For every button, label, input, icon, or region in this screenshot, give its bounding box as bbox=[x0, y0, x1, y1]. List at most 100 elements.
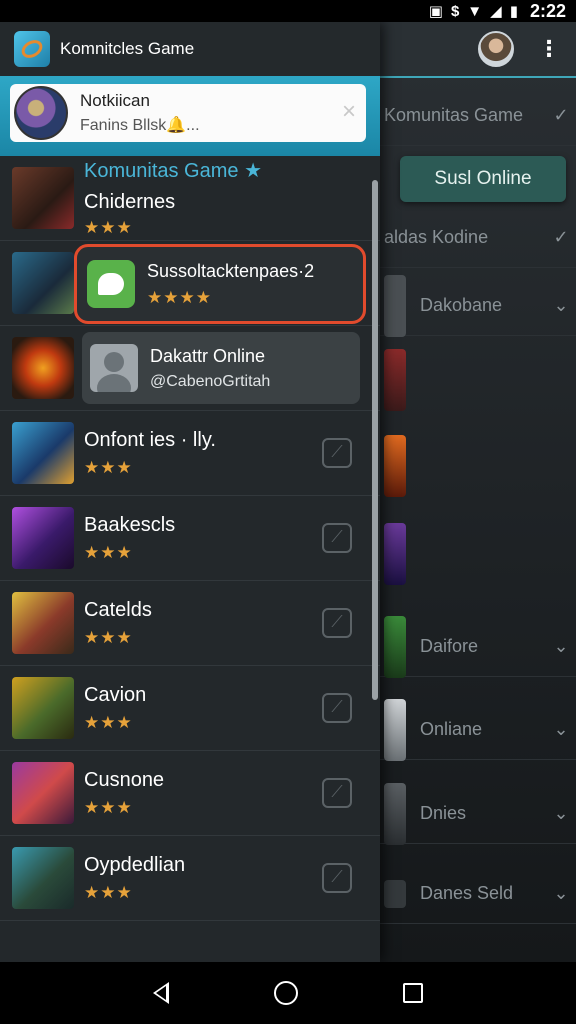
back-icon[interactable] bbox=[152, 982, 169, 1004]
list-item[interactable]: Baakescls ★★★ ⟋ bbox=[0, 496, 380, 581]
game-thumbnail bbox=[12, 592, 74, 654]
card-title: Sussoltacktenpaes·2 bbox=[147, 260, 315, 281]
chevron-down-icon: ⌄ bbox=[553, 295, 569, 315]
highlighted-card[interactable]: Sussoltacktenpaes·2 ★★★★ bbox=[74, 244, 366, 324]
star-rating: ★★★★ bbox=[147, 287, 212, 307]
bg-thumb-row bbox=[380, 349, 576, 411]
bg-row-aldas[interactable]: aldas Kodine ✓ bbox=[380, 208, 576, 268]
more-options-icon[interactable]: ⋮ bbox=[538, 38, 560, 60]
game-thumbnail bbox=[384, 523, 406, 585]
edit-icon[interactable]: ⟋ bbox=[322, 863, 352, 893]
notification-card[interactable]: Notkiican Fanins Bllsk🔔... × bbox=[10, 84, 366, 142]
bg-row-label: Dnies bbox=[420, 803, 467, 823]
list-item[interactable]: Dakattr Online @CabenoGrtitah bbox=[0, 326, 380, 411]
bg-row-onliane[interactable]: Onliane ⌄ bbox=[380, 698, 576, 761]
bg-row-label: aldas Kodine bbox=[384, 227, 489, 247]
bg-row-label: Dakobane bbox=[420, 295, 503, 315]
profile-card[interactable]: Dakattr Online @CabenoGrtitah bbox=[82, 332, 360, 404]
star-rating: ★★★ bbox=[84, 712, 133, 732]
game-thumbnail bbox=[384, 879, 406, 908]
close-icon[interactable]: × bbox=[342, 98, 356, 126]
list-item[interactable]: Cavion ★★★ ⟋ bbox=[0, 666, 380, 751]
navigation-drawer: Komnitcles Game Notkiican Fanins Bllsk🔔.… bbox=[0, 22, 380, 962]
online-button[interactable]: Susl Online bbox=[400, 156, 566, 202]
game-thumbnail bbox=[384, 615, 406, 678]
bg-row-daifore[interactable]: Daifore ⌄ bbox=[380, 615, 576, 678]
game-thumbnail bbox=[12, 507, 74, 569]
list-item-title: Oypdedlian bbox=[84, 853, 186, 876]
game-thumbnail bbox=[384, 349, 406, 411]
notification-title: Notkiican bbox=[80, 91, 150, 110]
edit-icon[interactable]: ⟋ bbox=[322, 608, 352, 638]
star-rating: ★★★ bbox=[84, 542, 133, 562]
chevron-down-icon: ⌄ bbox=[553, 636, 569, 656]
bg-row-dakobane[interactable]: Dakobane ⌄ bbox=[380, 274, 576, 337]
status-bar: ▣ $ ▼ ◢ ▮ 2:22 bbox=[0, 0, 576, 22]
bg-row-label: Danes Seld bbox=[420, 883, 514, 903]
status-time: 2:22 bbox=[529, 0, 566, 21]
bg-row-komunitas[interactable]: Komunitas Game ✓ bbox=[380, 86, 576, 146]
dollar-icon: $ bbox=[450, 2, 460, 20]
game-thumbnail bbox=[12, 677, 74, 739]
app-logo-icon bbox=[14, 31, 50, 67]
star-rating: ★★★ bbox=[84, 797, 133, 817]
game-thumbnail bbox=[384, 782, 406, 845]
game-thumbnail bbox=[12, 167, 74, 229]
card-title: Dakattr Online bbox=[150, 345, 266, 366]
list-item-title: Cavion bbox=[84, 683, 147, 706]
notification-subtitle: Fanins Bllsk🔔... bbox=[80, 117, 200, 134]
bg-row-label: Onliane bbox=[420, 719, 483, 739]
list-item[interactable]: Cusnone ★★★ ⟋ bbox=[0, 751, 380, 836]
bg-row-label: Komunitas Game bbox=[384, 105, 524, 125]
avatar[interactable] bbox=[478, 31, 514, 67]
list-item-title: Cusnone bbox=[84, 768, 165, 791]
scrollbar[interactable] bbox=[372, 180, 378, 700]
list-item-title: Komunitas Game ★ bbox=[84, 160, 262, 182]
chat-icon bbox=[87, 260, 135, 308]
edit-icon[interactable]: ⟋ bbox=[322, 523, 352, 553]
list-item[interactable]: Catelds ★★★ ⟋ bbox=[0, 581, 380, 666]
list-item[interactable]: Komunitas Game ★ Chidernes ★★★ bbox=[0, 156, 380, 241]
chevron-down-icon: ⌄ bbox=[553, 719, 569, 739]
star-rating: ★★★ bbox=[84, 457, 133, 477]
chevron-down-icon: ⌄ bbox=[553, 883, 569, 903]
star-rating: ★★★ bbox=[84, 218, 133, 237]
game-thumbnail bbox=[384, 274, 406, 337]
profile-avatar bbox=[90, 344, 138, 392]
game-thumbnail bbox=[384, 435, 406, 497]
game-thumbnail bbox=[12, 337, 74, 399]
signal-icon: ◢ bbox=[490, 3, 502, 20]
game-thumbnail bbox=[384, 698, 406, 761]
bg-row-danes-seld[interactable]: Danes Seld ⌄ bbox=[380, 864, 576, 924]
drawer-header: Komnitcles Game bbox=[0, 22, 380, 76]
list-item[interactable]: Sussoltacktenpaes·2 ★★★★ bbox=[0, 241, 380, 326]
system-nav-bar bbox=[0, 962, 576, 1024]
game-thumbnail bbox=[12, 762, 74, 824]
bg-thumb-row bbox=[380, 435, 576, 497]
card-subtitle: @CabenoGrtitah bbox=[150, 372, 271, 390]
list-item[interactable]: Oypdedlian ★★★ ⟋ bbox=[0, 836, 380, 921]
bg-thumb-row bbox=[380, 523, 576, 585]
bg-row-label: Daifore bbox=[420, 636, 479, 656]
drawer-title: Komnitcles Game bbox=[60, 39, 195, 58]
star-rating: ★★★ bbox=[84, 627, 133, 647]
home-icon[interactable] bbox=[273, 981, 298, 1005]
list-item-subtitle: Chidernes bbox=[84, 191, 176, 213]
check-icon: ✓ bbox=[553, 105, 569, 125]
check-icon: ✓ bbox=[553, 227, 569, 247]
game-thumbnail bbox=[12, 422, 74, 484]
edit-icon[interactable]: ⟋ bbox=[322, 438, 352, 468]
star-rating: ★★★ bbox=[84, 882, 133, 902]
list-item-title: Onfont ies · lly. bbox=[84, 428, 216, 451]
edit-icon[interactable]: ⟋ bbox=[322, 693, 352, 723]
chevron-down-icon: ⌄ bbox=[553, 803, 569, 823]
wifi-icon: ▼ bbox=[467, 2, 483, 20]
app-bar: ⋮ bbox=[380, 22, 576, 78]
battery-icon: ▮ bbox=[509, 3, 518, 20]
recent-apps-icon[interactable] bbox=[403, 983, 424, 1003]
notification-avatar bbox=[14, 86, 68, 140]
list-item[interactable]: Onfont ies · lly. ★★★ ⟋ bbox=[0, 411, 380, 496]
list-item-title: Catelds bbox=[84, 598, 152, 621]
bg-row-dnies[interactable]: Dnies ⌄ bbox=[380, 782, 576, 845]
edit-icon[interactable]: ⟋ bbox=[322, 778, 352, 808]
